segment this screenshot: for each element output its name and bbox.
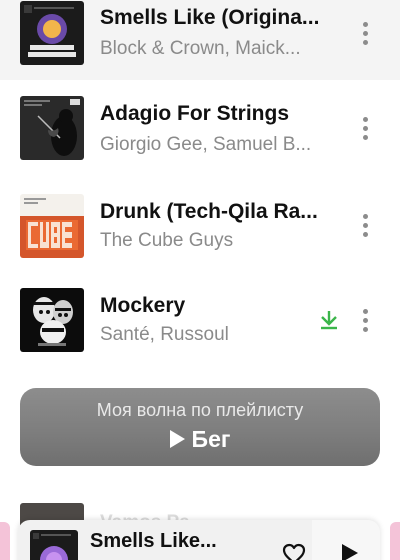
heart-outline-icon (282, 543, 306, 560)
my-wave-play: Бег (20, 426, 380, 453)
more-options-icon[interactable] (356, 306, 376, 336)
track-cover (20, 288, 84, 352)
my-wave-play-label: Бег (191, 426, 231, 452)
track-artist: Block & Crown, Maick... (100, 38, 301, 59)
track-artist: Giorgio Gee, Samuel B... (100, 134, 312, 155)
my-wave-button[interactable]: Моя волна по плейлисту Бег (20, 388, 380, 466)
track-title: Adagio For Strings (100, 102, 289, 125)
cube-cover-icon (20, 194, 84, 258)
like-button[interactable] (281, 542, 307, 560)
my-wave-title: Моя волна по плейлисту (96, 400, 304, 420)
mini-player-cover (30, 530, 78, 560)
track-row[interactable]: Mockery Santé, Russoul (0, 288, 400, 368)
track-title: Smells Like (Origina... (100, 6, 320, 29)
track-cover (20, 1, 84, 65)
mini-player[interactable]: Smells Like... (18, 520, 380, 560)
side-card-edge (390, 522, 400, 560)
track-row[interactable]: Adagio For Strings Giorgio Gee, Samuel B… (0, 96, 400, 176)
downloaded-icon (318, 309, 340, 331)
track-cover (20, 96, 84, 160)
more-options-icon[interactable] (356, 114, 376, 144)
play-icon (169, 430, 185, 448)
track-row[interactable]: Smells Like (Origina... Block & Crown, M… (0, 0, 400, 80)
more-options-icon[interactable] (356, 19, 376, 49)
track-title: Mockery (100, 294, 186, 317)
track-title: Drunk (Tech-Qila Ra... (100, 200, 318, 223)
save-the-nightlife-cover-icon (30, 530, 78, 560)
side-card-edge (0, 522, 10, 560)
violinist-cover-icon (20, 96, 84, 160)
track-artist: The Cube Guys (100, 230, 234, 251)
play-icon (342, 544, 358, 560)
playlist-screen: Smells Like (Origina... Block & Crown, M… (0, 0, 400, 560)
play-button[interactable] (312, 520, 380, 560)
more-options-icon[interactable] (356, 211, 376, 241)
save-the-nightlife-cover-icon (20, 1, 84, 65)
track-cover (20, 194, 84, 258)
mini-player-title: Smells Like... (90, 530, 217, 552)
track-row[interactable]: Drunk (Tech-Qila Ra... The Cube Guys (0, 194, 400, 274)
bw-faces-cover-icon (20, 288, 84, 352)
track-artist: Santé, Russoul (100, 324, 229, 345)
